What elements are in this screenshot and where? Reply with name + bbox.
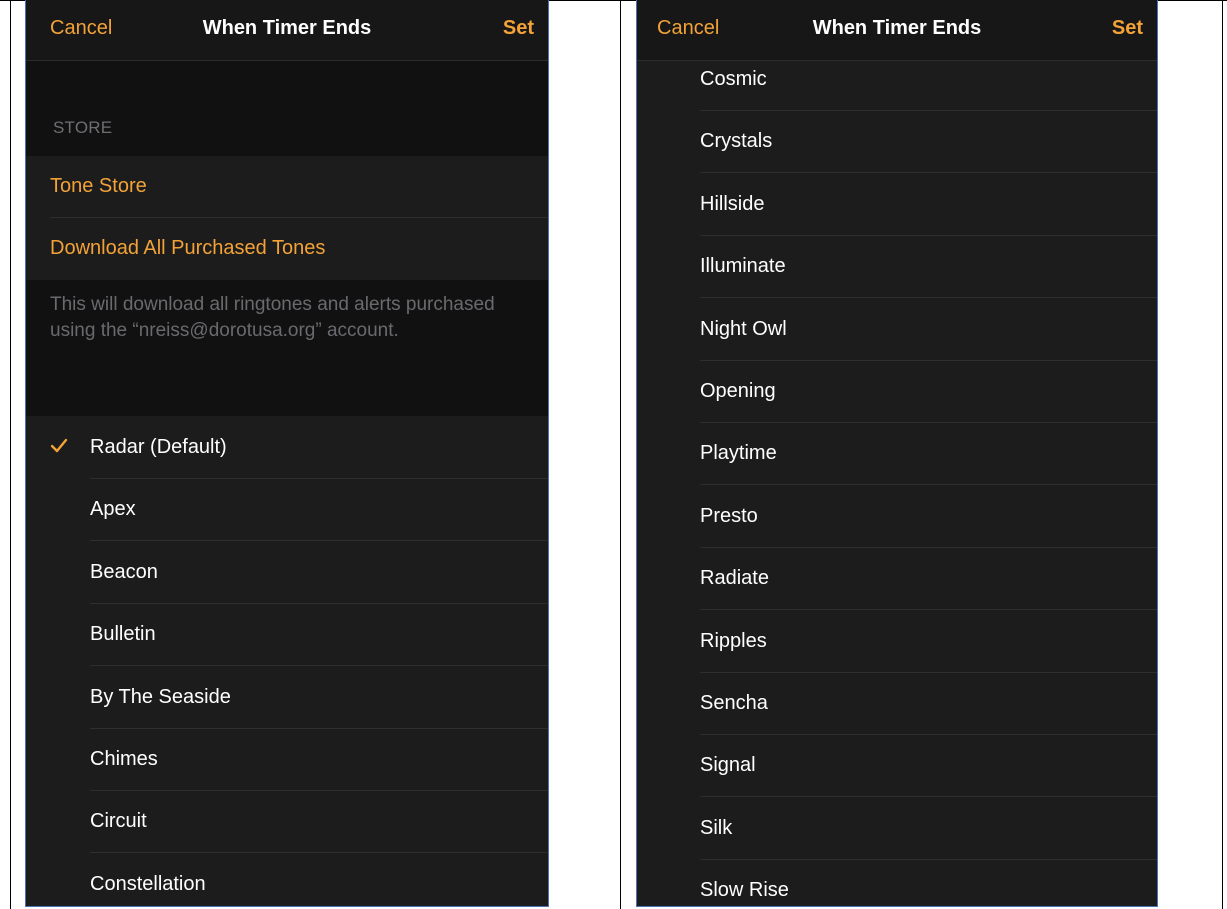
tone-row[interactable]: Radiate bbox=[637, 548, 1157, 611]
tone-row[interactable]: Presto bbox=[637, 485, 1157, 548]
document-frame-divider bbox=[620, 0, 621, 909]
tone-row[interactable]: Slow Rise bbox=[637, 860, 1157, 906]
tone-row[interactable]: Ripples bbox=[637, 610, 1157, 673]
tone-label: Chimes bbox=[90, 748, 158, 770]
tone-row[interactable]: Signal bbox=[637, 735, 1157, 798]
tone-label: Presto bbox=[700, 504, 758, 527]
navigation-bar: Cancel When Timer Ends Set bbox=[26, 0, 548, 61]
tone-row[interactable]: By The Seaside bbox=[26, 666, 548, 729]
tone-store-label: Tone Store bbox=[50, 175, 147, 197]
tone-row[interactable]: Hillside bbox=[637, 173, 1157, 236]
page-title: When Timer Ends bbox=[812, 17, 982, 39]
tone-row[interactable]: Radar (Default) bbox=[26, 417, 548, 479]
tone-label: Ripples bbox=[700, 629, 767, 652]
screen-left: Cancel When Timer Ends Set STORE Tone St… bbox=[25, 0, 549, 907]
section-header-store: STORE bbox=[53, 118, 113, 137]
tone-label: Hillside bbox=[700, 192, 765, 215]
tone-row[interactable]: Night Owl bbox=[637, 298, 1157, 361]
tone-row[interactable]: Apex bbox=[26, 479, 548, 542]
tone-row[interactable]: Constellation bbox=[26, 853, 548, 906]
set-button[interactable]: Set bbox=[503, 17, 534, 40]
tone-row[interactable]: Beacon bbox=[26, 541, 548, 604]
store-footer-note: This will download all ringtones and ale… bbox=[50, 294, 495, 341]
tone-row[interactable]: Circuit bbox=[26, 791, 548, 854]
tone-label: Night Owl bbox=[700, 317, 787, 340]
tone-row[interactable]: Crystals bbox=[637, 111, 1157, 174]
tone-label: Radiate bbox=[700, 567, 769, 590]
tone-label: Slow Rise bbox=[700, 879, 789, 902]
tone-store-row[interactable]: Tone Store bbox=[26, 156, 548, 218]
tone-label: Opening bbox=[700, 380, 776, 402]
tone-row[interactable]: Playtime bbox=[637, 423, 1157, 486]
tone-label: Silk bbox=[700, 816, 733, 839]
document-frame-left bbox=[10, 0, 11, 909]
tone-label: Radar (Default) bbox=[90, 436, 227, 458]
set-button[interactable]: Set bbox=[1112, 17, 1143, 40]
page-title: When Timer Ends bbox=[202, 17, 372, 39]
tone-row[interactable]: Illuminate bbox=[637, 236, 1157, 299]
tone-row[interactable]: Opening bbox=[637, 361, 1157, 423]
tone-label: Illuminate bbox=[700, 255, 786, 278]
tone-row[interactable]: Silk bbox=[637, 797, 1157, 860]
tone-label: Constellation bbox=[90, 872, 206, 895]
tone-label: Playtime bbox=[700, 442, 777, 465]
tone-label: Apex bbox=[90, 498, 136, 521]
tone-label: By The Seaside bbox=[90, 685, 231, 708]
tone-label: Beacon bbox=[90, 560, 158, 583]
tone-label: Bulletin bbox=[90, 623, 156, 646]
download-all-label: Download All Purchased Tones bbox=[50, 237, 326, 259]
section-gap bbox=[26, 61, 548, 156]
tone-label: Signal bbox=[700, 754, 756, 777]
tone-label: Circuit bbox=[90, 810, 147, 833]
checkmark-icon bbox=[50, 438, 68, 453]
tone-label: Sencha bbox=[700, 692, 768, 714]
document-frame-right bbox=[1222, 0, 1223, 909]
tone-label: Cosmic bbox=[700, 68, 767, 90]
tone-row[interactable]: Sencha bbox=[637, 673, 1157, 735]
navigation-bar: Cancel When Timer Ends Set bbox=[637, 0, 1157, 61]
tone-label: Crystals bbox=[700, 130, 773, 153]
screen-right: Cosmic Crystals Hillside Illuminate Night Ow… bbox=[636, 0, 1158, 907]
tone-row[interactable]: Chimes bbox=[26, 729, 548, 791]
download-all-row[interactable]: Download All Purchased Tones bbox=[26, 218, 548, 280]
tone-row[interactable]: Bulletin bbox=[26, 604, 548, 667]
